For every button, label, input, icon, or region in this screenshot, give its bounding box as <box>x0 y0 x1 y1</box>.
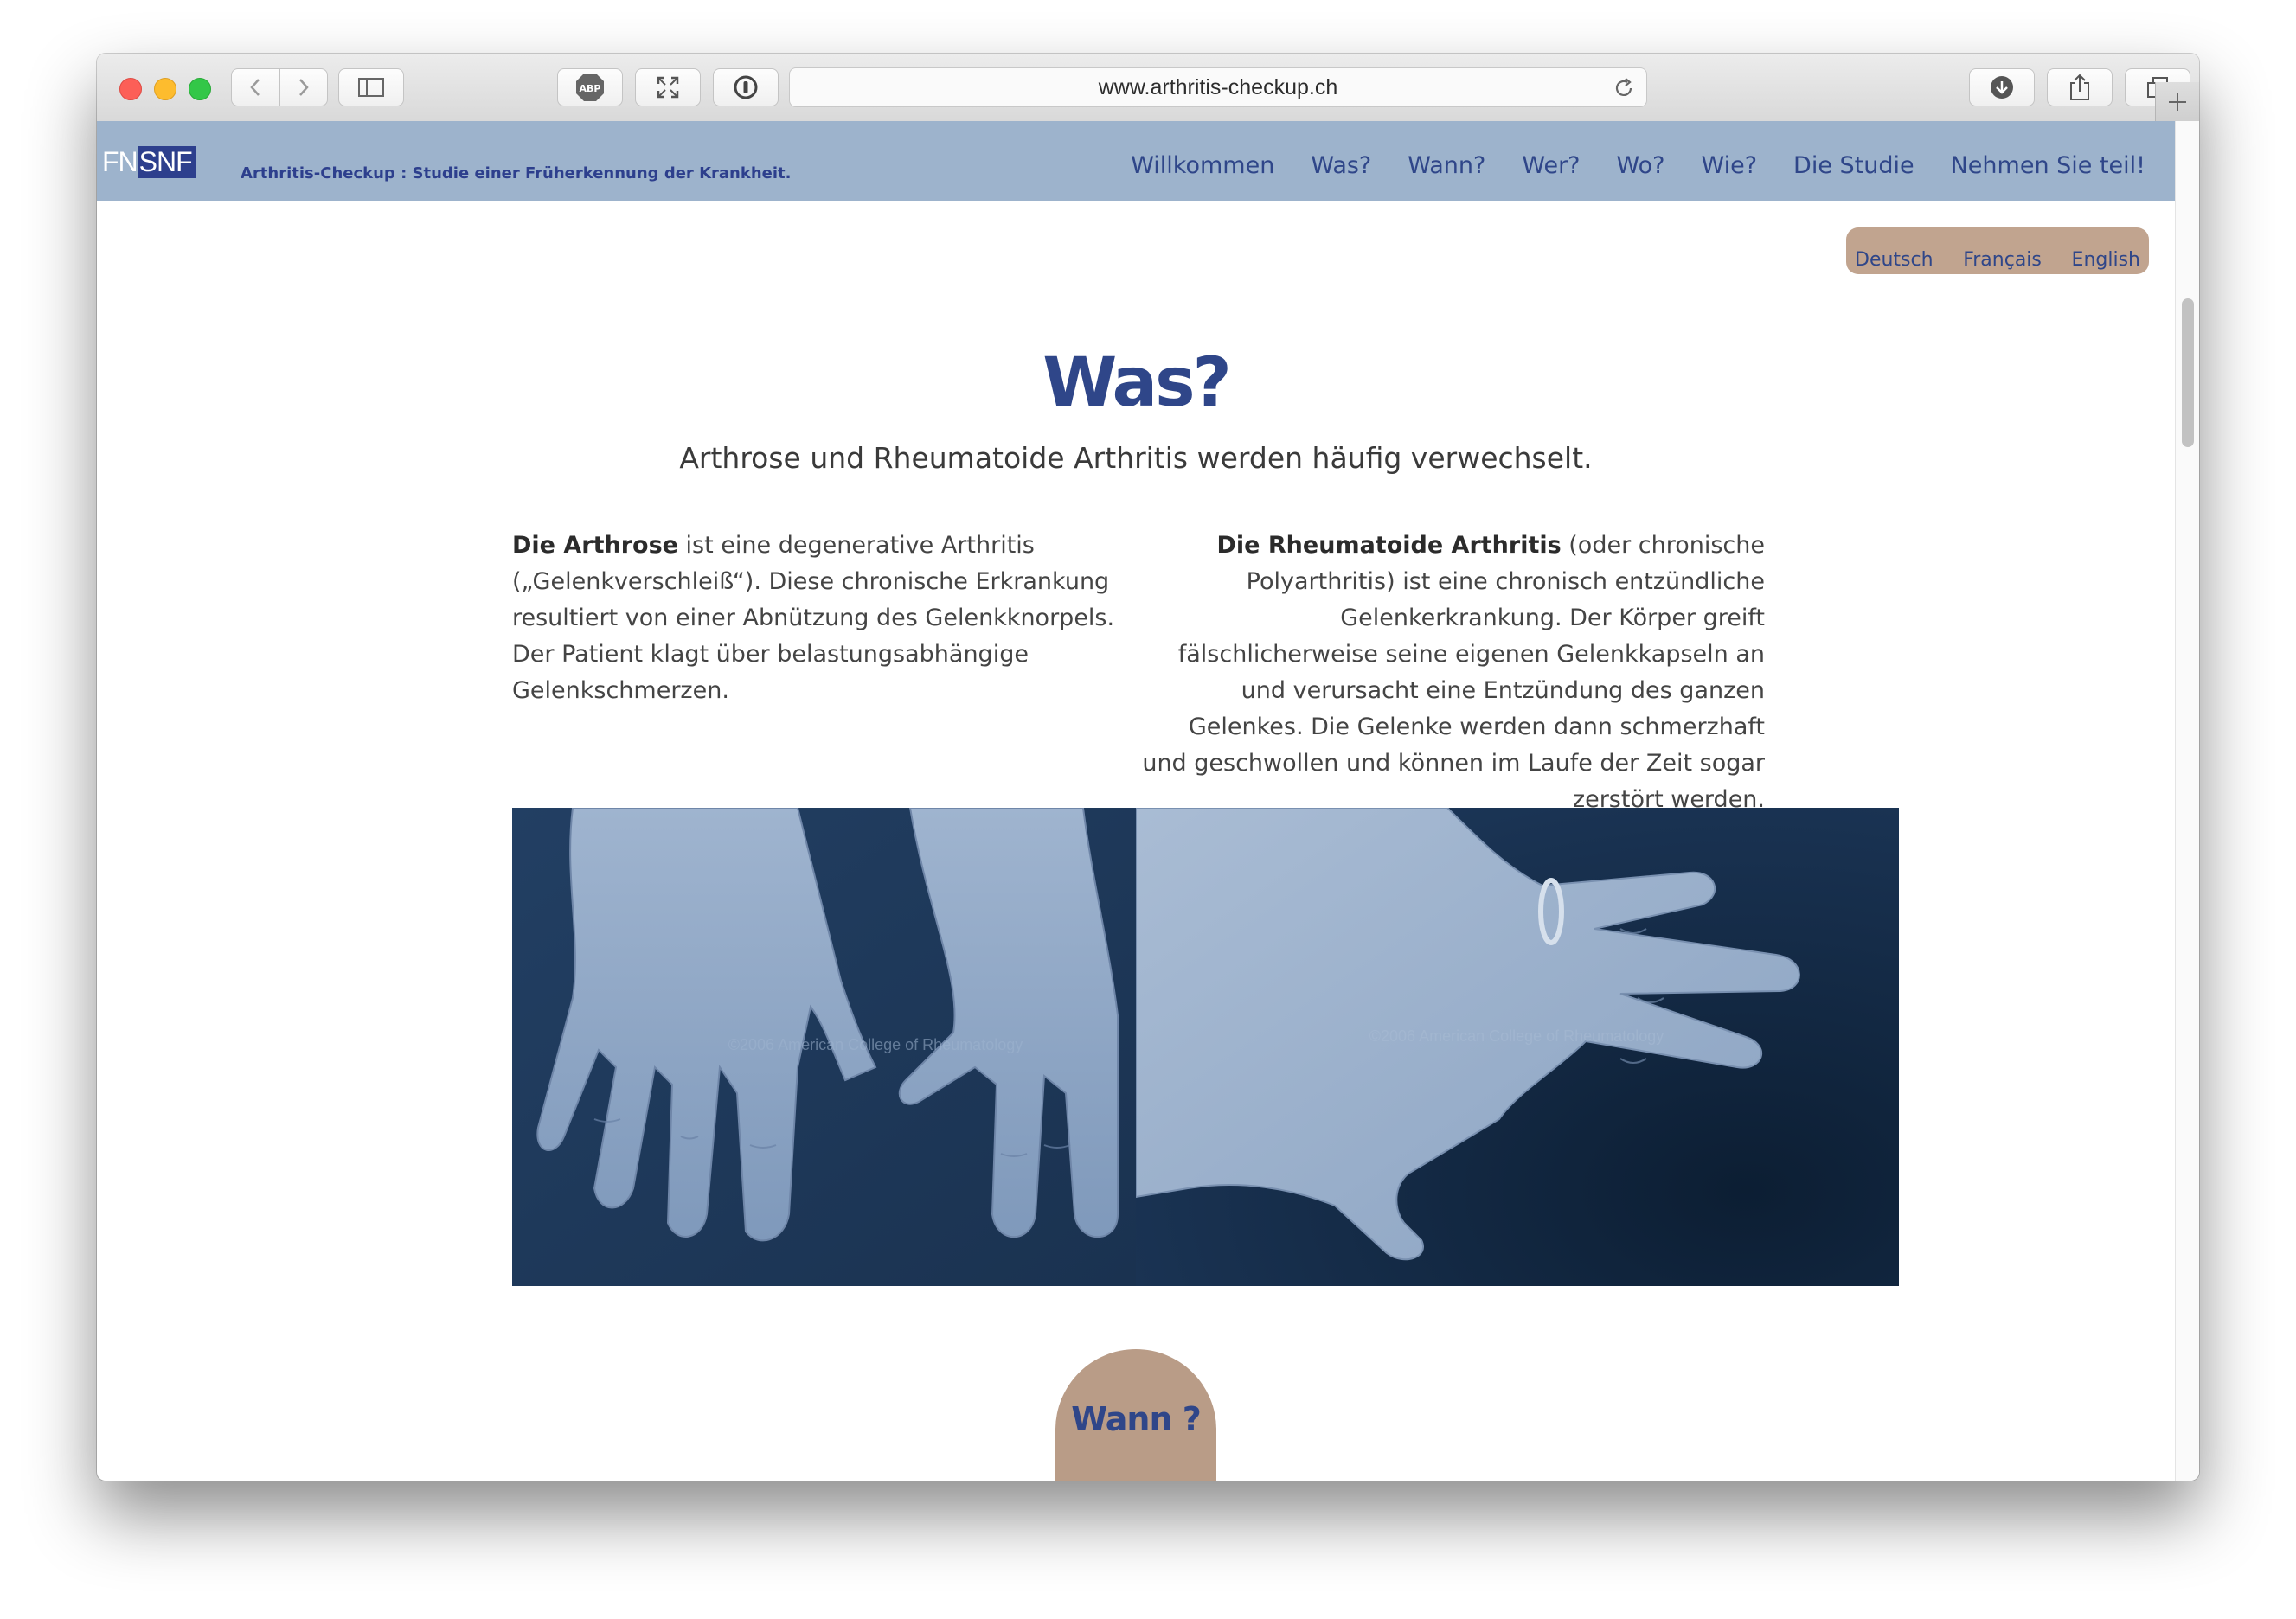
ra-text: (oder chronische Polyarthritis) ist eine… <box>1142 532 1765 813</box>
ra-term: Die Rheumatoide Arthritis <box>1216 532 1562 559</box>
history-nav <box>231 68 328 106</box>
minimize-window-button[interactable] <box>154 78 176 100</box>
site-tagline: Arthritis-Checkup : Studie einer Früherk… <box>241 164 792 182</box>
nav-willkommen[interactable]: Willkommen <box>1131 152 1274 179</box>
close-window-button[interactable] <box>119 78 142 100</box>
site-header: FN SNF Arthritis-Checkup : Studie einer F… <box>97 121 2175 201</box>
chevron-left-icon <box>250 79 260 96</box>
ra-description: Die Rheumatoide Arthritis (oder chronisc… <box>1140 528 1765 818</box>
lang-deutsch[interactable]: Deutsch <box>1855 249 1934 271</box>
left-image-watermark: ©2006 American College of Rheumatology <box>728 1036 1023 1053</box>
share-button[interactable] <box>2047 68 2113 106</box>
new-tab-button[interactable] <box>2155 82 2199 121</box>
arthrose-hands-image: ©2006 American College of Rheumatology <box>512 808 1136 1286</box>
nav-wie[interactable]: Wie? <box>1701 152 1757 179</box>
main-nav: Willkommen Was? Wann? Wer? Wo? Wie? Die … <box>1094 152 2145 179</box>
nav-wer[interactable]: Wer? <box>1522 152 1580 179</box>
nav-wo[interactable]: Wo? <box>1617 152 1665 179</box>
password-manager-button[interactable] <box>713 68 779 106</box>
fnsnf-logo[interactable]: FN SNF <box>102 145 215 178</box>
language-switcher: Deutsch Français English <box>1846 227 2149 274</box>
password-manager-icon <box>734 75 758 99</box>
chevron-right-icon <box>298 79 309 96</box>
page-title: Was? <box>1042 344 1232 422</box>
browser-window: ABP www.arthritis-checkup.ch FN SNF Arth… <box>97 54 2199 1481</box>
browser-toolbar: ABP www.arthritis-checkup.ch <box>97 54 2199 122</box>
sidebar-icon <box>358 78 384 97</box>
lang-english[interactable]: English <box>2072 249 2140 271</box>
next-section-wann-button[interactable]: Wann ? <box>1055 1349 1216 1481</box>
lang-francais[interactable]: Français <box>1963 249 2042 271</box>
nav-die-studie[interactable]: Die Studie <box>1793 152 1914 179</box>
download-icon <box>1991 76 2013 99</box>
logo-snf: SNF <box>137 145 196 178</box>
svg-text:ABP: ABP <box>580 83 601 94</box>
forward-button[interactable] <box>279 69 328 106</box>
downloads-button[interactable] <box>1969 68 2035 106</box>
back-button[interactable] <box>232 69 279 106</box>
nav-nehmen-sie-teil[interactable]: Nehmen Sie teil! <box>1951 152 2145 179</box>
right-image-watermark: ©2006 American College of Rheumatology <box>1369 1027 1664 1045</box>
arthrose-description: Die Arthrose ist eine degenerative Arthr… <box>512 528 1137 709</box>
page-subtitle: Arthrose und Rheumatoide Arthritis werde… <box>679 441 1593 475</box>
expand-icon <box>657 76 679 99</box>
share-icon <box>2070 74 2089 100</box>
url-text: www.arthritis-checkup.ch <box>1098 74 1338 99</box>
adblock-icon: ABP <box>576 74 604 101</box>
arthrose-term: Die Arthrose <box>512 532 678 559</box>
logo-fn: FN <box>102 145 138 177</box>
address-bar[interactable]: www.arthritis-checkup.ch <box>789 67 1647 107</box>
reload-icon[interactable] <box>1612 76 1636 100</box>
plus-icon <box>2169 93 2186 111</box>
rheumatoid-hand-image: ©2006 American College of Rheumatology <box>1136 808 1899 1286</box>
adblock-button[interactable]: ABP <box>557 68 623 106</box>
fullscreen-button[interactable] <box>635 68 701 106</box>
zoom-window-button[interactable] <box>189 78 211 100</box>
sidebar-button[interactable] <box>338 68 404 106</box>
nav-was[interactable]: Was? <box>1311 152 1371 179</box>
page-scrollbar-thumb[interactable] <box>2182 298 2194 447</box>
nav-wann[interactable]: Wann? <box>1408 152 1485 179</box>
